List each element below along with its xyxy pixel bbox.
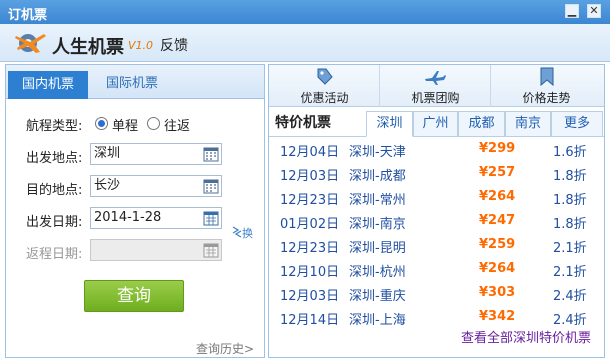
deal-discount: 1.6折 <box>553 145 587 160</box>
deal-row[interactable]: 12月23日 深圳-昆明 ¥259 2.1折 <box>269 233 604 257</box>
calendar-icon[interactable] <box>203 210 219 226</box>
search-panel: 国内机票 国际机票 航程类型: 单程 往返 出发地点: 深圳 目的地点: 长沙 … <box>5 64 265 358</box>
city-tab-guangzhou[interactable]: 广州 <box>413 111 458 137</box>
close-button[interactable]: ✕ <box>587 4 601 18</box>
deal-discount: 1.8折 <box>553 193 587 208</box>
deal-row[interactable]: 12月04日 深圳-天津 ¥299 1.6折 <box>269 137 604 161</box>
deal-price: ¥342 <box>479 309 516 324</box>
deal-price: ¥264 <box>479 261 516 276</box>
deal-discount: 2.1折 <box>553 265 587 280</box>
swap-label: 换 <box>242 227 253 240</box>
bookmark-icon <box>540 67 554 87</box>
promotions-button[interactable]: 优惠活动 <box>269 65 380 107</box>
depart-date-value: 2014-1-28 <box>94 210 162 225</box>
feedback-link[interactable]: 反馈 <box>160 35 188 55</box>
return-date-label: 返程日期: <box>26 247 83 262</box>
deals-title: 特价机票 <box>275 115 331 131</box>
depart-date-field[interactable]: 2014-1-28 <box>90 207 222 229</box>
deal-date: 12月23日 <box>280 241 340 256</box>
deal-route[interactable]: 深圳-昆明 <box>349 237 406 256</box>
depart-label: 出发地点: <box>26 151 83 166</box>
deal-route[interactable]: 深圳-杭州 <box>349 261 406 280</box>
deal-price: ¥257 <box>479 165 516 180</box>
depart-field[interactable]: 深圳 <box>90 143 222 165</box>
deal-route[interactable]: 深圳-南京 <box>349 213 406 232</box>
calendar-icon[interactable] <box>203 178 219 194</box>
deal-discount: 1.8折 <box>553 217 587 232</box>
price-trend-button[interactable]: 价格走势 <box>491 65 602 107</box>
deal-date: 12月10日 <box>280 265 340 280</box>
title-bar: 订机票 ▁ ✕ <box>0 0 610 24</box>
deal-price: ¥299 <box>479 141 516 156</box>
return-date-field <box>90 239 222 261</box>
swap-arrows-icon <box>232 226 242 238</box>
deal-row[interactable]: 12月03日 深圳-成都 ¥257 1.8折 <box>269 161 604 185</box>
deals-panel: 优惠活动 机票团购 价格走势 特价机票 深圳 广州 成都 南京 更多 12月04… <box>268 64 605 358</box>
deal-row[interactable]: 12月14日 深圳-上海 ¥342 2.4折 <box>269 305 604 329</box>
group-buy-label: 机票团购 <box>411 91 460 105</box>
query-button[interactable]: 查询 <box>84 280 184 312</box>
trip-type-label: 航程类型: <box>26 119 83 134</box>
deal-discount: 2.4折 <box>553 289 587 304</box>
deal-route[interactable]: 深圳-天津 <box>349 141 406 160</box>
deal-date: 12月03日 <box>280 169 340 184</box>
destination-value: 长沙 <box>94 178 121 193</box>
deal-route[interactable]: 深圳-常州 <box>349 189 406 208</box>
airplane-logo-icon <box>15 34 46 53</box>
deal-row[interactable]: 12月03日 深圳-重庆 ¥303 2.4折 <box>269 281 604 305</box>
deal-price: ¥303 <box>479 285 516 300</box>
deal-discount: 2.1折 <box>553 241 587 256</box>
tool-row: 优惠活动 机票团购 价格走势 <box>269 65 604 107</box>
city-tab-nanjing[interactable]: 南京 <box>505 111 551 137</box>
destination-field[interactable]: 长沙 <box>90 175 222 197</box>
deal-price: ¥264 <box>479 189 516 204</box>
city-tab-more[interactable]: 更多 <box>551 111 603 137</box>
deal-date: 12月03日 <box>280 289 340 304</box>
deal-price: ¥259 <box>479 237 516 252</box>
query-history-link[interactable]: 查询历史> <box>196 340 254 357</box>
deal-discount: 2.4折 <box>553 313 587 328</box>
deal-date: 12月14日 <box>280 313 340 328</box>
app-version: V1.0 <box>128 39 154 52</box>
tab-international[interactable]: 国际机票 <box>92 71 172 99</box>
deal-discount: 1.8折 <box>553 169 587 184</box>
app-header: 人生机票 V1.0 反馈 <box>0 24 610 62</box>
city-tab-shenzhen[interactable]: 深圳 <box>366 111 413 137</box>
deal-row[interactable]: 12月10日 深圳-杭州 ¥264 2.1折 <box>269 257 604 281</box>
city-tab-chengdu[interactable]: 成都 <box>458 111 505 137</box>
airplane-icon <box>425 71 446 85</box>
deal-price: ¥247 <box>479 213 516 228</box>
one-way-label[interactable]: 单程 <box>112 115 138 134</box>
calendar-icon <box>203 243 219 258</box>
deal-date: 01月02日 <box>280 217 340 232</box>
tab-domestic[interactable]: 国内机票 <box>8 71 88 99</box>
search-tabs: 国内机票 国际机票 <box>6 65 264 99</box>
round-trip-radio[interactable] <box>147 117 160 130</box>
window-title: 订机票 <box>8 8 48 23</box>
destination-label: 目的地点: <box>26 183 83 198</box>
deal-row[interactable]: 12月23日 深圳-常州 ¥264 1.8折 <box>269 185 604 209</box>
one-way-radio[interactable] <box>95 117 108 130</box>
promotions-label: 优惠活动 <box>300 91 349 105</box>
view-all-deals-link[interactable]: 查看全部深圳特价机票 <box>461 327 591 346</box>
date-label: 出发日期: <box>26 215 83 230</box>
deal-route[interactable]: 深圳-上海 <box>349 309 406 328</box>
deal-route[interactable]: 深圳-成都 <box>349 165 406 184</box>
calendar-icon[interactable] <box>203 146 219 162</box>
deal-route[interactable]: 深圳-重庆 <box>349 285 406 304</box>
app-name: 人生机票 <box>52 37 124 58</box>
depart-value: 深圳 <box>94 146 121 161</box>
deal-date: 12月23日 <box>280 193 340 208</box>
round-trip-label[interactable]: 往返 <box>164 115 190 134</box>
group-buy-button[interactable]: 机票团购 <box>380 65 491 107</box>
minimize-button[interactable]: ▁ <box>565 4 579 18</box>
deal-row[interactable]: 01月02日 深圳-南京 ¥247 1.8折 <box>269 209 604 233</box>
tag-icon <box>317 68 333 85</box>
deal-date: 12月04日 <box>280 145 340 160</box>
price-trend-label: 价格走势 <box>522 91 571 105</box>
